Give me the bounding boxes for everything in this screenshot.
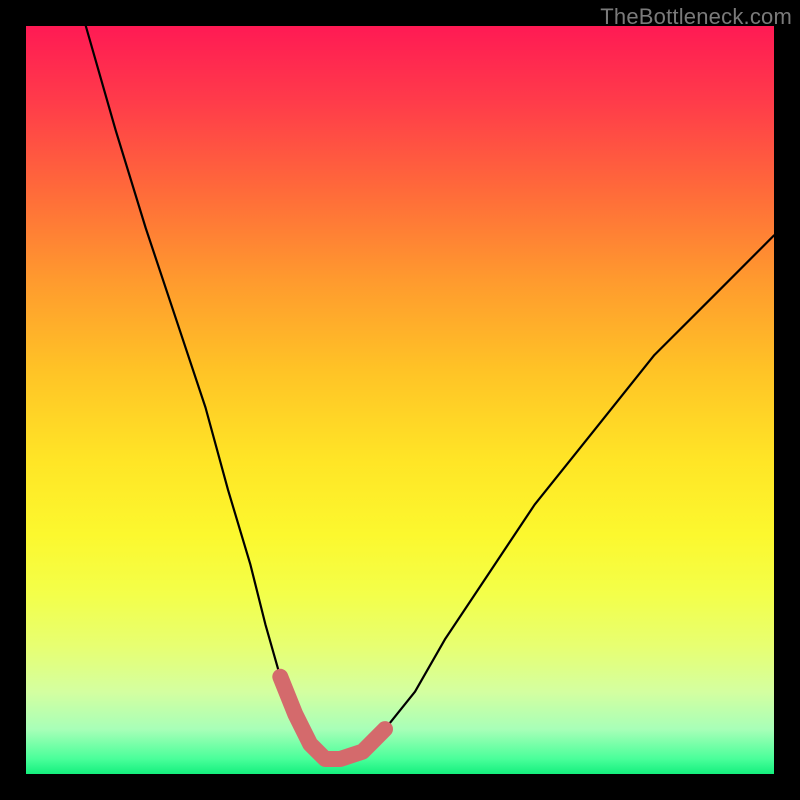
gradient-plot-area: [26, 26, 774, 774]
bottleneck-curve: [86, 26, 774, 759]
chart-svg: [26, 26, 774, 774]
bottleneck-highlight: [280, 677, 385, 759]
watermark-text: TheBottleneck.com: [600, 4, 792, 30]
